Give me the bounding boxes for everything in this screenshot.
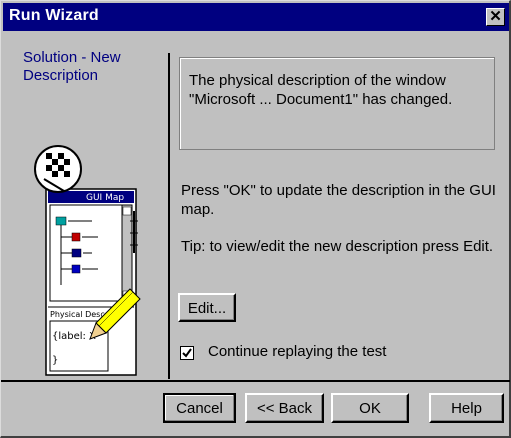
edit-button[interactable]: Edit...: [178, 293, 236, 322]
gui-map-title: GUI Map: [86, 193, 124, 203]
window-title: Run Wizard: [9, 7, 99, 24]
label-snippet: {label: X: [52, 331, 96, 342]
closing-brace: }: [52, 355, 58, 366]
gui-map-window: GUI Map Physical Desc... {label: X}: [45, 188, 138, 376]
tip-text: Tip: to view/edit the new description pr…: [181, 238, 494, 255]
instruction-text: Press "OK" to update the description in …: [181, 182, 496, 218]
title-bar[interactable]: Run Wizard ✕: [3, 3, 509, 31]
footer-divider: [1, 380, 510, 382]
run-wizard-dialog: Run Wizard ✕ Solution - New Description …: [0, 0, 511, 438]
gui-map-illustration: GUI Map Physical Desc... {label: X}: [34, 145, 141, 376]
checkered-flag-icon: [34, 145, 82, 193]
checkmark-icon: [182, 348, 192, 358]
close-button[interactable]: ✕: [486, 8, 505, 26]
help-button[interactable]: Help: [429, 393, 504, 423]
back-button[interactable]: << Back: [245, 393, 324, 423]
message-box: The physical description of the window "…: [179, 57, 495, 150]
ok-button[interactable]: OK: [331, 393, 409, 423]
change-message: The physical description of the window "…: [189, 72, 453, 108]
continue-checkbox[interactable]: [180, 346, 194, 360]
close-icon: ✕: [489, 8, 502, 25]
cancel-button[interactable]: Cancel: [163, 393, 236, 423]
continue-label[interactable]: Continue replaying the test: [208, 343, 386, 360]
vertical-divider: [168, 53, 170, 379]
solution-label: Solution - New Description: [23, 49, 121, 84]
